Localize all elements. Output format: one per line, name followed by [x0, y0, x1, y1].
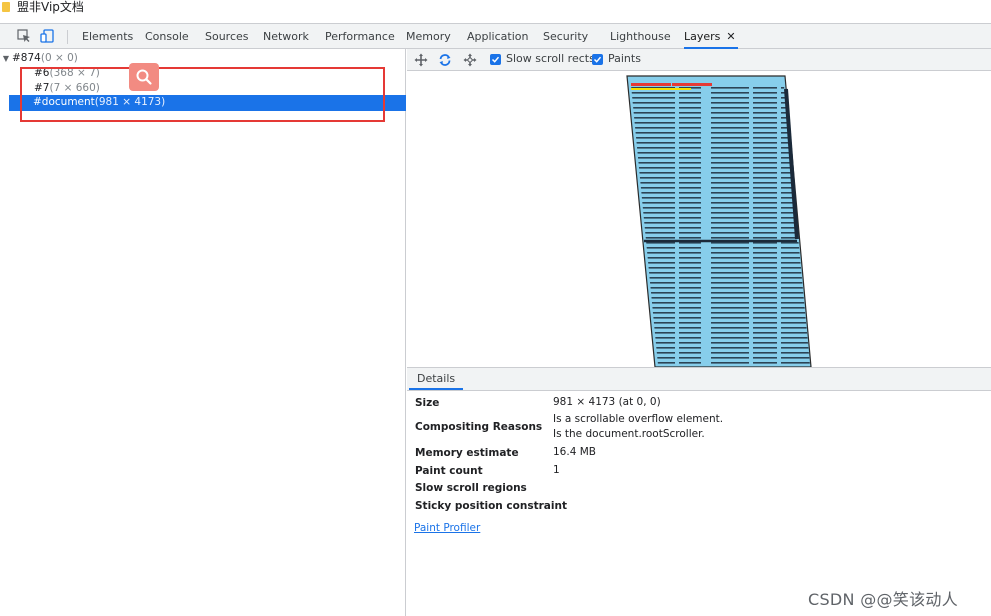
layers-toolbar: Slow scroll rects Paints: [407, 49, 991, 71]
layer-size: (0 × 0): [40, 52, 78, 64]
document-text-texture: [631, 85, 810, 365]
paints-checkbox[interactable]: [592, 54, 603, 65]
close-icon[interactable]: ✕: [726, 30, 735, 43]
layer-tree-item[interactable]: #6(368 × 7): [0, 66, 406, 81]
layer-tree-root[interactable]: ▼ #874(0 × 0): [0, 51, 406, 66]
tab-network[interactable]: Network: [263, 24, 309, 49]
tab-memory[interactable]: Memory: [406, 24, 451, 49]
slow-scroll-rects-checkbox[interactable]: [490, 54, 501, 65]
check-icon: [491, 56, 500, 63]
memory-estimate-label: Memory estimate: [415, 447, 519, 459]
pan-mode-icon[interactable]: [414, 53, 428, 67]
inspect-element-icon[interactable]: [17, 29, 31, 43]
layer-size: (981 × 4173): [94, 96, 166, 108]
watermark: CSDN @@笑该动人: [808, 590, 959, 609]
memory-estimate-value: 16.4 MB: [553, 446, 596, 458]
page-heading-mark: [631, 83, 671, 86]
size-label: Size: [415, 397, 440, 409]
layer-name: #6: [34, 67, 50, 79]
tab-performance[interactable]: Performance: [325, 24, 395, 49]
layer-size: (368 × 7): [49, 67, 100, 79]
compositing-reason-2: Is the document.rootScroller.: [553, 428, 705, 440]
window-title: 盟非Vip文档: [17, 0, 84, 14]
window-titlebar: 盟非Vip文档: [0, 0, 991, 23]
layers-view-panel: Slow scroll rects Paints Details Size 98…: [407, 49, 991, 616]
paint-count-label: Paint count: [415, 465, 483, 477]
tab-security[interactable]: Security: [543, 24, 588, 49]
toolbar-separator: [67, 30, 68, 44]
tab-layers-label: Layers: [684, 30, 721, 43]
tab-application[interactable]: Application: [467, 24, 528, 49]
check-icon: [593, 56, 602, 63]
paints-label: Paints: [608, 52, 641, 65]
layers-3d-viewport[interactable]: [407, 71, 991, 367]
layer-size: (7 × 660): [49, 82, 100, 94]
search-icon: [136, 69, 152, 85]
size-value: 981 × 4173 (at 0, 0): [553, 396, 661, 408]
rotate-mode-icon[interactable]: [438, 53, 452, 67]
layer-tree-item-selected[interactable]: #document(981 × 4173): [9, 95, 406, 111]
tab-console[interactable]: Console: [145, 24, 189, 49]
tab-elements[interactable]: Elements: [82, 24, 133, 49]
compositing-reasons-label: Compositing Reasons: [415, 421, 543, 433]
slow-scroll-regions-label: Slow scroll regions: [415, 482, 527, 494]
sticky-position-constraint-label: Sticky position constraint: [415, 500, 567, 512]
search-badge[interactable]: [129, 63, 159, 91]
compositing-reason-1: Is a scrollable overflow element.: [553, 413, 724, 425]
devtools-tabstrip: Elements Console Sources Network Perform…: [0, 23, 991, 49]
tab-layers[interactable]: Layers ✕: [684, 24, 738, 49]
tab-sources[interactable]: Sources: [205, 24, 249, 49]
layer-name: #874: [12, 52, 41, 64]
page-highlight-mark: [631, 88, 691, 90]
layer-tree-item[interactable]: #7(7 × 660): [0, 81, 406, 96]
folder-icon: [2, 2, 10, 12]
expand-arrow-icon[interactable]: ▼: [0, 51, 12, 66]
page-heading-mark: [672, 83, 712, 86]
document-layer-render[interactable]: [407, 71, 991, 367]
details-tabstrip: Details: [407, 367, 991, 391]
device-toolbar-icon[interactable]: [40, 29, 54, 43]
layer-name: #7: [34, 82, 50, 94]
layer-name: #document: [33, 96, 95, 108]
paint-count-value: 1: [553, 464, 560, 476]
layer-details: Size 981 × 4173 (at 0, 0) Compositing Re…: [407, 391, 991, 616]
paint-profiler-link[interactable]: Paint Profiler: [414, 522, 480, 534]
tab-details[interactable]: Details: [409, 368, 464, 390]
slow-scroll-rects-label: Slow scroll rects: [506, 52, 595, 65]
layer-tree-panel: ▼ #874(0 × 0) #6(368 × 7) #7(7 × 660) #do…: [0, 49, 406, 616]
tab-lighthouse[interactable]: Lighthouse: [610, 24, 671, 49]
reset-transform-icon[interactable]: [463, 53, 477, 67]
